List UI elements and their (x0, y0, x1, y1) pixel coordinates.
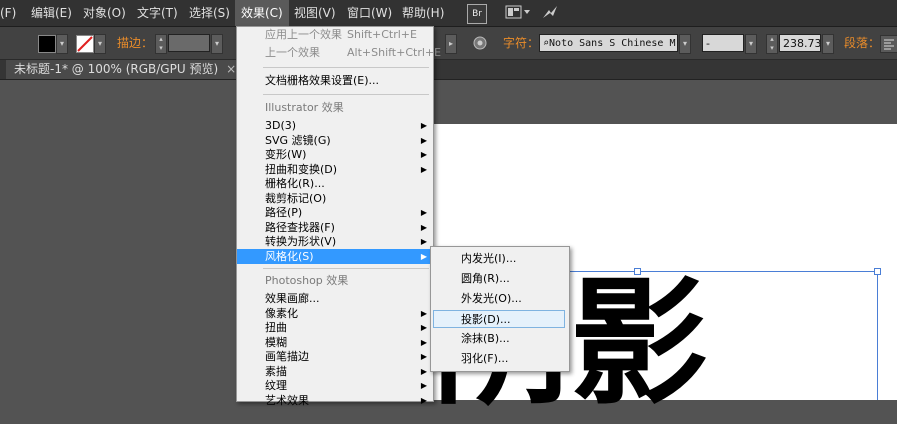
document-tab-title: 未标题-1* @ 100% (RGB/GPU 预览) (14, 62, 219, 76)
menu-item-path[interactable]: 路径(P) ▶ (237, 205, 433, 220)
menu-select[interactable]: 选择(S) (183, 0, 236, 26)
menu-item-effect-gallery[interactable]: 效果画廊... (237, 291, 433, 306)
submenu-item-drop-shadow[interactable]: 投影(D)... (433, 310, 565, 328)
recolor-artwork-icon[interactable] (472, 35, 488, 51)
menu-type[interactable]: 文字(T) (131, 0, 184, 26)
submenu-item-outer-glow[interactable]: 外发光(O)... (433, 290, 565, 308)
submenu-arrow-icon: ▶ (420, 237, 427, 246)
menu-help[interactable]: 帮助(H) (396, 0, 450, 26)
menu-separator (263, 67, 429, 68)
bridge-button[interactable]: Br (467, 4, 487, 24)
font-size-dropdown[interactable]: ▾ (822, 34, 834, 54)
stroke-weight-field[interactable] (168, 34, 210, 52)
font-family-field[interactable]: ⌕Noto Sans S Chinese M (539, 34, 678, 52)
opacity-arrow[interactable]: ▸ (445, 34, 457, 54)
menu-item-crop-marks[interactable]: 裁剪标记(O) (237, 191, 433, 206)
arrange-documents-icon[interactable] (505, 4, 531, 22)
submenu-arrow-icon: ▶ (420, 396, 427, 405)
menu-file[interactable]: (F) (0, 0, 22, 26)
align-left-icon[interactable] (880, 35, 897, 53)
menu-item-pathfinder[interactable]: 路径查找器(F) ▶ (237, 220, 433, 235)
menu-object[interactable]: 对象(O) (77, 0, 132, 26)
menu-item-pixelate[interactable]: 像素化 ▶ (237, 306, 433, 321)
menu-item-distort[interactable]: 扭曲 ▶ (237, 320, 433, 335)
menu-item-texture[interactable]: 纹理 ▶ (237, 378, 433, 393)
font-style-field[interactable]: - (702, 34, 744, 52)
menu-item-convert-to-shape[interactable]: 转换为形状(V) ▶ (237, 234, 433, 249)
no-stroke-icon (77, 36, 93, 52)
submenu-arrow-icon: ▶ (420, 338, 427, 347)
submenu-item-inner-glow[interactable]: 内发光(I)... (433, 250, 565, 268)
menu-item-last-effect[interactable]: 上一个效果 Alt+Shift+Ctrl+E (237, 45, 441, 60)
submenu-arrow-icon: ▶ (420, 381, 427, 390)
menu-edit[interactable]: 编辑(E) (25, 0, 78, 26)
menu-item-sketch[interactable]: 素描 ▶ (237, 364, 433, 379)
font-family-dropdown[interactable]: ▾ (679, 34, 691, 54)
selection-handle-top[interactable] (634, 268, 641, 275)
menu-item-apply-last-effect[interactable]: 应用上一个效果 Shift+Ctrl+E (237, 27, 433, 42)
submenu-arrow-icon: ▶ (420, 352, 427, 361)
submenu-arrow-icon: ▶ (420, 252, 427, 261)
menu-effect[interactable]: 效果(C) (235, 0, 289, 26)
font-size-field[interactable]: 238.73 (779, 34, 821, 52)
menu-view[interactable]: 视图(V) (288, 0, 342, 26)
menu-item-svg-filters[interactable]: SVG 滤镜(G) ▶ (237, 133, 433, 148)
submenu-item-feather[interactable]: 羽化(F)... (433, 350, 565, 368)
menu-separator (263, 94, 429, 95)
selection-bounding-edge (877, 271, 878, 400)
close-icon[interactable]: × (226, 62, 236, 76)
submenu-item-round-corners[interactable]: 圆角(R)... (433, 270, 565, 288)
menu-item-3d[interactable]: 3D(3) ▶ (237, 118, 433, 133)
paragraph-label[interactable]: 段落： (844, 33, 880, 53)
control-panel: ▾ ▾ 描边： ▴ ▾ ▾ ▸ 字符： ⌕Noto Sans S Chinese … (0, 27, 897, 60)
menu-header-illustrator-effects: Illustrator 效果 (265, 101, 344, 114)
menu-item-raster-effects-settings[interactable]: 文档栅格效果设置(E)... (237, 73, 433, 88)
submenu-arrow-icon: ▶ (420, 367, 427, 376)
menu-bar: (F) 编辑(E) 对象(O) 文字(T) 选择(S) 效果(C) 视图(V) … (0, 0, 897, 27)
submenu-item-scribble[interactable]: 涂抹(B)... (433, 330, 565, 348)
menu-item-warp[interactable]: 变形(W) ▶ (237, 147, 433, 162)
menu-item-rasterize[interactable]: 栅格化(R)... (237, 176, 433, 191)
menu-item-artistic[interactable]: 艺术效果 ▶ (237, 393, 433, 408)
font-size-stepper[interactable]: ▴ ▾ (766, 34, 778, 54)
stroke-weight-dropdown[interactable]: ▾ (211, 34, 223, 54)
fill-color-swatch[interactable] (38, 35, 56, 53)
menu-item-distort-transform[interactable]: 扭曲和变换(D) ▶ (237, 162, 433, 177)
menu-item-stylize[interactable]: 风格化(S) ▶ (237, 249, 433, 264)
stroke-weight-stepper[interactable]: ▴ ▾ (155, 34, 167, 54)
submenu-arrow-icon: ▶ (420, 223, 427, 232)
menu-header-photoshop-effects: Photoshop 效果 (265, 274, 349, 287)
stylize-submenu: 内发光(I)... 圆角(R)... 外发光(O)... 投影(D)... 涂抹… (430, 246, 570, 372)
stroke-dropdown[interactable]: ▾ (94, 34, 106, 54)
submenu-arrow-icon: ▶ (420, 309, 427, 318)
submenu-arrow-icon: ▶ (420, 136, 427, 145)
menu-item-brush-strokes[interactable]: 画笔描边 ▶ (237, 349, 433, 364)
selection-handle-top-right[interactable] (874, 268, 881, 275)
menu-item-blur[interactable]: 模糊 ▶ (237, 335, 433, 350)
gpu-performance-icon[interactable] (541, 4, 559, 22)
character-label[interactable]: 字符： (503, 33, 539, 53)
document-tab-bar: 未标题-1* @ 100% (RGB/GPU 预览) × (0, 60, 897, 80)
submenu-arrow-icon: ▶ (420, 150, 427, 159)
document-tab[interactable]: 未标题-1* @ 100% (RGB/GPU 预览) × (6, 60, 245, 79)
submenu-arrow-icon: ▶ (420, 323, 427, 332)
font-style-dropdown[interactable]: ▾ (745, 34, 757, 54)
submenu-arrow-icon: ▶ (420, 165, 427, 174)
effect-menu-dropdown: 应用上一个效果 Shift+Ctrl+E 上一个效果 Alt+Shift+Ctrl+… (236, 26, 441, 407)
submenu-arrow-icon: ▶ (420, 121, 427, 130)
submenu-arrow-icon: ▶ (420, 208, 427, 217)
menu-window[interactable]: 窗口(W) (341, 0, 398, 26)
menu-separator (263, 268, 429, 269)
stroke-color-swatch[interactable] (76, 35, 94, 53)
fill-dropdown[interactable]: ▾ (56, 34, 68, 54)
stroke-label[interactable]: 描边： (117, 33, 153, 53)
